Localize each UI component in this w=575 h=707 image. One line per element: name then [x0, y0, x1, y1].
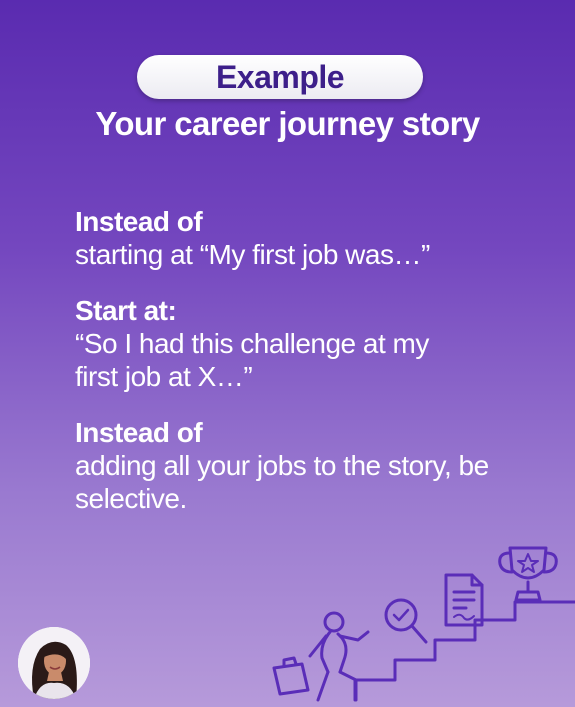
career-stairs-illustration: [272, 546, 575, 702]
tip-text: “So I had this challenge at my first job…: [75, 328, 429, 392]
tip-text: starting at “My first job was…”: [75, 239, 430, 270]
document-icon: [444, 573, 484, 627]
tip-item: Instead of starting at “My first job was…: [75, 205, 545, 271]
tips-list: Instead of starting at “My first job was…: [75, 205, 545, 538]
tip-item: Instead of adding all your jobs to the s…: [75, 416, 545, 515]
example-badge: Example: [137, 55, 423, 99]
magnifier-check-icon: [384, 598, 428, 644]
tip-heading: Instead of: [75, 206, 203, 237]
page-title: Your career journey story: [95, 105, 480, 142]
person-portrait-icon: [18, 627, 90, 699]
trophy-star-icon: [498, 546, 558, 602]
briefcase-icon: [272, 656, 310, 696]
tip-text: adding all your jobs to the story, be se…: [75, 450, 489, 514]
tip-heading: Start at:: [75, 295, 177, 326]
person-climbing-icon: [308, 611, 370, 702]
tip-heading: Instead of: [75, 417, 203, 448]
avatar: [18, 627, 90, 699]
example-badge-label: Example: [215, 58, 345, 95]
stairs-icon: [353, 600, 575, 702]
career-tip-card: Example Your career journey story Instea…: [0, 0, 575, 707]
tip-item: Start at: “So I had this challenge at my…: [75, 294, 545, 393]
